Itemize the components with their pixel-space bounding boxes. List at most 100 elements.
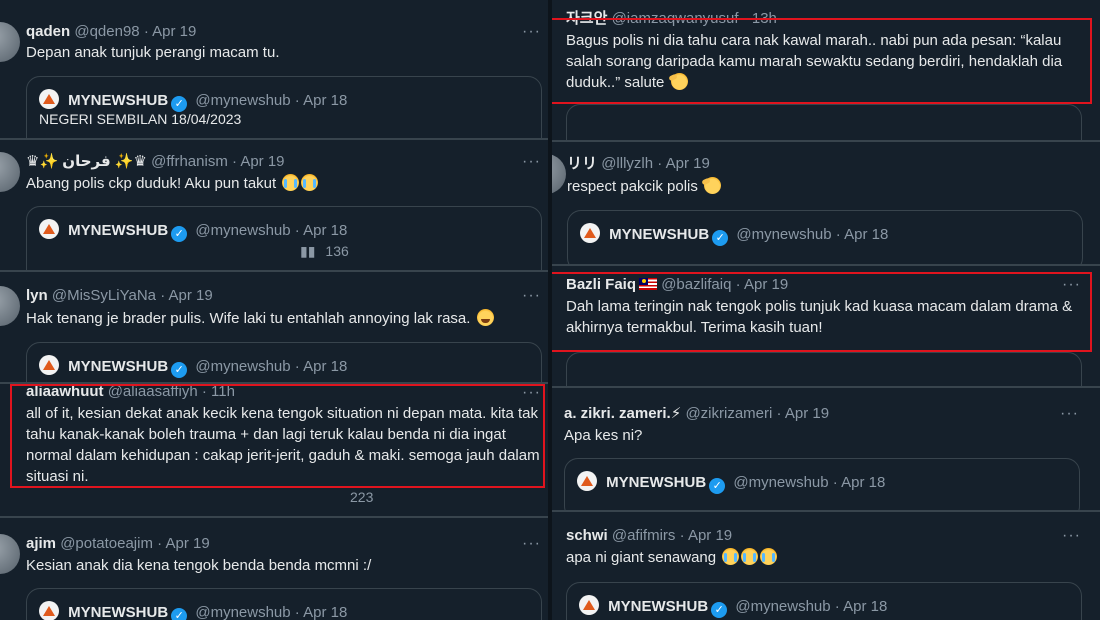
tweet-date[interactable]: 11h [211,384,235,400]
quoted-tweet[interactable]: MYNEWSHUB ✓ @mynewshub · Apr 18 [567,210,1083,264]
tweet[interactable]: schwi @afifmirs · Apr 19 ··· apa ni gian… [552,512,1100,620]
loudly-crying-face-icon [722,548,740,565]
avatar[interactable] [0,152,20,192]
tweet[interactable]: a. zikri. zameri.⚡ @zikrizameri · Apr 19… [552,388,1100,510]
tweet-text: respect pakcik polis [567,178,698,195]
quoted-date: Apr 18 [844,226,889,243]
quoted-tweet[interactable]: MYNEWSHUB ✓ @mynewshub · Apr 18 [26,206,542,270]
separator-dot: · [834,598,840,615]
tweet-date[interactable]: Apr 19 [240,153,284,170]
quoted-author-handle: @mynewshub [735,598,831,615]
tweet-text: Abang polis ckp duduk! Aku pun takut [26,175,277,192]
separator-dot: · [776,405,782,422]
verified-badge-icon: ✓ [171,226,188,242]
views-count: 136 [325,243,349,259]
tweet[interactable]: 자크안 @iamzaqwanyusuf · 13h Bagus polis ni… [552,0,1100,140]
tweet[interactable]: Bazli Faiq @bazlifaiq · Apr 19 ··· Dah l… [552,266,1100,386]
tweet-text-row: Abang polis ckp duduk! Aku pun takut [26,173,531,194]
views-icon[interactable]: ▮▮ [300,243,315,259]
verified-badge-icon: ✓ [712,230,729,246]
tweet-author-handle[interactable]: @ffrhanism [151,153,228,170]
tweet-date[interactable]: Apr 19 [169,287,213,304]
more-options-icon[interactable]: ··· [522,385,541,401]
more-options-icon[interactable]: ··· [522,536,541,552]
tweet-author-handle[interactable]: @iamzaqwanyusuf [612,10,739,27]
tweet-author-name[interactable]: a. zikri. zameri.⚡ [564,405,681,422]
tweet-author-name[interactable]: qaden [26,23,70,40]
tweet-author-handle[interactable]: @afifmirs [612,527,676,544]
tweet-author-name[interactable]: schwi [566,527,608,544]
tweet[interactable]: qaden @qden98 · Apr 19 ··· Depan anak tu… [0,0,548,138]
quoted-author-name: MYNEWSHUB [68,358,169,375]
tweet-actions: ▮▮ 136 [300,243,429,260]
tweet[interactable]: lyn @MisSyLiYaNa · Apr 19 ··· Hak tenang… [0,272,548,382]
tweet-author-handle[interactable]: @lllyzlh [601,155,653,172]
separator-dot: · [294,222,300,239]
tweet-author-handle[interactable]: @MisSyLiYaNa [52,287,156,304]
quoted-tweet[interactable] [566,104,1082,140]
quoted-tweet[interactable]: MYNEWSHUB ✓ @mynewshub · Apr 18 [564,458,1080,510]
tweet-author-name[interactable]: ajim [26,535,56,552]
tweet-author-name[interactable]: 자크안 [566,10,607,27]
separator-dot: · [679,527,685,544]
tweet[interactable]: リリ @lllyzlh · Apr 19 respect pakcik poli… [552,142,1100,264]
quoted-date: Apr 18 [303,358,348,375]
quoted-tweet[interactable]: MYNEWSHUB ✓ @mynewshub · Apr 18 [26,342,542,382]
tweet-author-name[interactable]: リリ [567,155,597,172]
tweet-author-name[interactable]: Bazli Faiq [566,276,636,293]
quoted-author-name: MYNEWSHUB [68,604,169,620]
tweet-date[interactable]: Apr 19 [165,535,209,552]
tears-of-joy-face-icon [476,309,494,326]
more-options-icon[interactable]: ··· [1060,406,1079,422]
tweet-date[interactable]: 13h [752,10,777,27]
tweet-author-name[interactable]: ♛✨ فرحان ✨♛ [26,153,147,170]
more-options-icon[interactable]: ··· [1062,528,1081,544]
separator-dot: · [657,155,663,172]
tweet-text: Bagus polis ni dia tahu cara nak kawal m… [566,32,1063,91]
tweet[interactable]: aliaawhuut @aliaasaffiyh · 11h ··· all o… [0,384,548,516]
tweet-date[interactable]: Apr 19 [785,405,829,422]
tweet-author-name[interactable]: lyn [26,287,48,304]
quoted-author-name: MYNEWSHUB [608,598,709,615]
tweet-author-handle[interactable]: @potatoeajim [60,535,153,552]
verified-badge-icon: ✓ [171,96,188,112]
quoted-tweet[interactable] [566,352,1082,386]
avatar[interactable] [552,154,566,194]
tweet-author-handle[interactable]: @aliaasaffiyh [108,384,198,400]
tweet-author-handle[interactable]: @bazlifaiq [661,276,731,293]
tweet[interactable]: ajim @potatoeajim · Apr 19 ··· Kesian an… [0,518,548,620]
tweet-author-handle[interactable]: @zikrizameri [685,405,772,422]
quoted-author-handle: @mynewshub [195,222,291,239]
quoted-author-handle: @mynewshub [733,474,829,491]
more-options-icon[interactable]: ··· [1062,277,1081,293]
quoted-author-handle: @mynewshub [195,92,291,109]
tweet-date[interactable]: Apr 19 [744,276,788,293]
right-screenshot-column: 자크안 @iamzaqwanyusuf · 13h Bagus polis ni… [552,0,1100,620]
quoted-tweet[interactable]: MYNEWSHUB ✓ @mynewshub · Apr 18 NEGERI SE… [26,76,542,138]
tweet-date[interactable]: Apr 19 [152,23,196,40]
more-options-icon[interactable]: ··· [522,154,541,170]
tweet-date[interactable]: Apr 19 [666,155,710,172]
mynewshub-logo-icon [577,471,597,491]
avatar[interactable] [0,22,20,62]
tweet[interactable]: ♛✨ فرحان ✨♛ @ffrhanism · Apr 19 ··· Aban… [0,140,548,270]
more-options-icon[interactable]: ··· [522,24,541,40]
quoted-date: Apr 18 [303,92,348,109]
tweet-text: Apa kes ni? [564,427,643,444]
saluting-face-icon [704,177,722,194]
tweet-author-handle[interactable]: @qden98 [74,23,139,40]
verified-badge-icon: ✓ [171,608,188,620]
tweet-text-row: apa ni giant senawang [566,547,1071,568]
quoted-tweet[interactable]: MYNEWSHUB ✓ @mynewshub · Apr 18 [26,588,542,620]
quoted-tweet[interactable]: MYNEWSHUB ✓ @mynewshub · Apr 18 [566,582,1082,620]
tweet-date[interactable]: Apr 19 [688,527,732,544]
mynewshub-logo-icon [580,223,600,243]
avatar[interactable] [0,286,20,326]
separator-dot: · [742,10,748,27]
avatar[interactable] [0,534,20,574]
tweet-author-name[interactable]: aliaawhuut [26,384,104,400]
quoted-date: Apr 18 [843,598,888,615]
more-options-icon[interactable]: ··· [522,288,541,304]
tweet-text: Depan anak tunjuk perangi macam tu. [26,44,280,61]
separator-dot: · [735,276,741,293]
